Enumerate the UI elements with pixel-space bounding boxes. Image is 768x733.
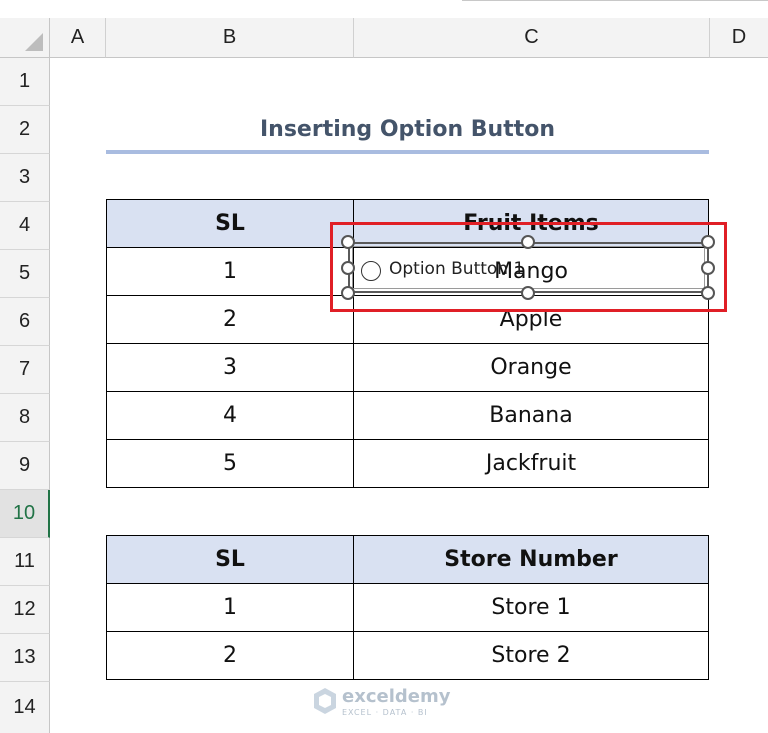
- row-header-3[interactable]: 3: [0, 154, 50, 202]
- row-header-1[interactable]: 1: [0, 58, 50, 106]
- watermark-name: exceldemy: [342, 686, 451, 707]
- title-underline: [106, 150, 709, 154]
- select-all-corner[interactable]: [0, 18, 50, 58]
- row-header-2[interactable]: 2: [0, 106, 50, 154]
- fruit-row-5-sl[interactable]: 5: [106, 439, 354, 488]
- row-header-5[interactable]: 5: [0, 250, 50, 298]
- fruit-row-1-sl[interactable]: 1: [106, 247, 354, 296]
- row-header-8[interactable]: 8: [0, 394, 50, 442]
- column-header-d[interactable]: D: [710, 18, 768, 58]
- store-row-1-name[interactable]: Store 1: [353, 583, 709, 632]
- store-header-sl[interactable]: SL: [106, 535, 354, 584]
- column-header-c[interactable]: C: [354, 18, 710, 58]
- formula-bar-edge: [462, 0, 768, 1]
- fruit-row-3-item[interactable]: Orange: [353, 343, 709, 392]
- store-row-2-name[interactable]: Store 2: [353, 631, 709, 680]
- fruit-row-4-sl[interactable]: 4: [106, 391, 354, 440]
- store-row-1-sl[interactable]: 1: [106, 583, 354, 632]
- row-header-9[interactable]: 9: [0, 442, 50, 490]
- top-strip: [0, 0, 768, 18]
- column-header-a[interactable]: A: [50, 18, 106, 58]
- column-header-b[interactable]: B: [106, 18, 354, 58]
- row-header-13[interactable]: 13: [0, 634, 50, 682]
- fruit-row-4-item[interactable]: Banana: [353, 391, 709, 440]
- exceldemy-logo-icon: [314, 688, 336, 714]
- select-all-triangle-icon: [25, 33, 43, 51]
- row-header-4[interactable]: 4: [0, 202, 50, 250]
- fruit-row-5-item[interactable]: Jackfruit: [353, 439, 709, 488]
- row-header-14[interactable]: 14: [0, 682, 50, 733]
- row-header-6[interactable]: 6: [0, 298, 50, 346]
- highlight-rectangle: [330, 222, 727, 312]
- row-header-7[interactable]: 7: [0, 346, 50, 394]
- row-header-10[interactable]: 10: [0, 490, 50, 538]
- store-row-2-sl[interactable]: 2: [106, 631, 354, 680]
- row-header-11[interactable]: 11: [0, 538, 50, 586]
- watermark-tagline: EXCEL · DATA · BI: [342, 708, 428, 717]
- fruit-row-2-sl[interactable]: 2: [106, 295, 354, 344]
- watermark: exceldemy EXCEL · DATA · BI: [312, 686, 462, 720]
- fruit-header-sl[interactable]: SL: [106, 199, 354, 248]
- sheet-title: Inserting Option Button: [259, 116, 556, 142]
- row-header-12[interactable]: 12: [0, 586, 50, 634]
- fruit-row-3-sl[interactable]: 3: [106, 343, 354, 392]
- store-header-number[interactable]: Store Number: [353, 535, 709, 584]
